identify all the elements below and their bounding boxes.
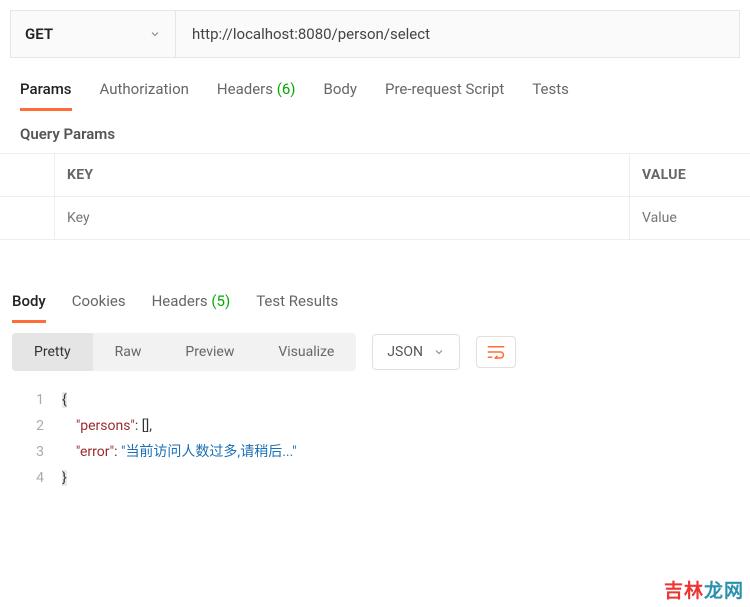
watermark-part-a: 吉林	[664, 579, 704, 602]
url-input[interactable]	[176, 11, 739, 57]
column-value-header: VALUE	[630, 154, 750, 196]
resp-tab-body[interactable]: Body	[12, 292, 46, 323]
request-tabs: Params Authorization Headers (6) Body Pr…	[0, 58, 750, 111]
request-bar: GET	[10, 10, 740, 58]
line-number: 2	[0, 413, 62, 439]
watermark-part-b: 龙网	[704, 579, 744, 602]
view-mode-preview[interactable]: Preview	[163, 333, 256, 371]
watermark: 吉林龙网	[664, 576, 744, 603]
resp-tab-testresults[interactable]: Test Results	[256, 292, 338, 323]
query-params-title: Query Params	[0, 111, 750, 153]
view-bar: Pretty Raw Preview Visualize JSON	[0, 323, 750, 381]
format-label: JSON	[387, 344, 423, 360]
wrap-lines-button[interactable]	[476, 336, 516, 368]
query-params-table: KEY VALUE	[0, 153, 750, 240]
row-checkbox[interactable]	[0, 197, 55, 239]
response-section: Body Cookies Headers (5) Test Results Pr…	[0, 292, 750, 491]
code-content: "persons": [],	[62, 413, 152, 439]
resp-tab-headers[interactable]: Headers (5)	[152, 292, 231, 323]
value-input[interactable]	[642, 210, 738, 226]
code-content: {	[62, 387, 67, 413]
tab-params[interactable]: Params	[20, 80, 72, 111]
json-line: 1 {	[0, 387, 750, 413]
tab-prerequest[interactable]: Pre-request Script	[385, 80, 504, 111]
tab-headers-label: Headers	[217, 80, 273, 98]
http-method-label: GET	[25, 25, 53, 43]
view-mode-visualize[interactable]: Visualize	[256, 333, 356, 371]
format-select[interactable]: JSON	[372, 334, 460, 370]
wrap-icon	[487, 345, 505, 359]
code-content: }	[62, 465, 67, 491]
line-number: 3	[0, 439, 62, 465]
response-tabs: Body Cookies Headers (5) Test Results	[0, 292, 750, 323]
tab-authorization[interactable]: Authorization	[100, 80, 189, 111]
table-row	[0, 197, 750, 240]
json-line: 4 }	[0, 465, 750, 491]
line-number: 1	[0, 387, 62, 413]
tab-body[interactable]: Body	[324, 80, 357, 111]
resp-headers-label: Headers	[152, 292, 208, 310]
code-content: "error": "当前访问人数过多,请稍后..."	[62, 439, 297, 465]
column-checkbox	[0, 154, 55, 196]
tab-headers-count: (6)	[277, 80, 296, 98]
key-input[interactable]	[67, 210, 617, 226]
view-modes: Pretty Raw Preview Visualize	[12, 333, 356, 371]
column-key-header: KEY	[55, 154, 630, 196]
resp-headers-count: (5)	[211, 292, 230, 310]
value-cell	[630, 197, 750, 239]
response-body: 1 { 2 "persons": [], 3 "error": "当前访问人数过…	[0, 381, 750, 491]
view-mode-raw[interactable]: Raw	[93, 333, 164, 371]
tab-headers[interactable]: Headers (6)	[217, 80, 296, 111]
http-method-select[interactable]: GET	[11, 11, 176, 57]
chevron-down-icon	[149, 28, 161, 40]
table-header-row: KEY VALUE	[0, 154, 750, 197]
json-line: 3 "error": "当前访问人数过多,请稍后..."	[0, 439, 750, 465]
chevron-down-icon	[433, 346, 445, 358]
line-number: 4	[0, 465, 62, 491]
view-mode-pretty[interactable]: Pretty	[12, 333, 93, 371]
tab-tests[interactable]: Tests	[532, 80, 569, 111]
json-line: 2 "persons": [],	[0, 413, 750, 439]
resp-tab-cookies[interactable]: Cookies	[72, 292, 126, 323]
key-cell	[55, 197, 630, 239]
